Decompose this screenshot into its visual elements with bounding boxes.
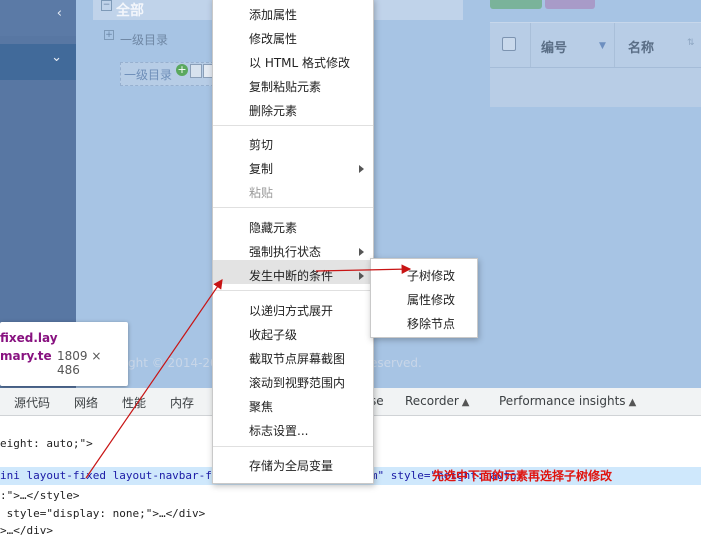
annotation-arrow-to-submenu bbox=[315, 264, 412, 274]
annotation-note: 先选中下面的元素再选择子树修改 bbox=[432, 469, 613, 483]
annotation-arrows bbox=[85, 264, 412, 479]
annotation-arrow-to-menu bbox=[85, 279, 223, 479]
